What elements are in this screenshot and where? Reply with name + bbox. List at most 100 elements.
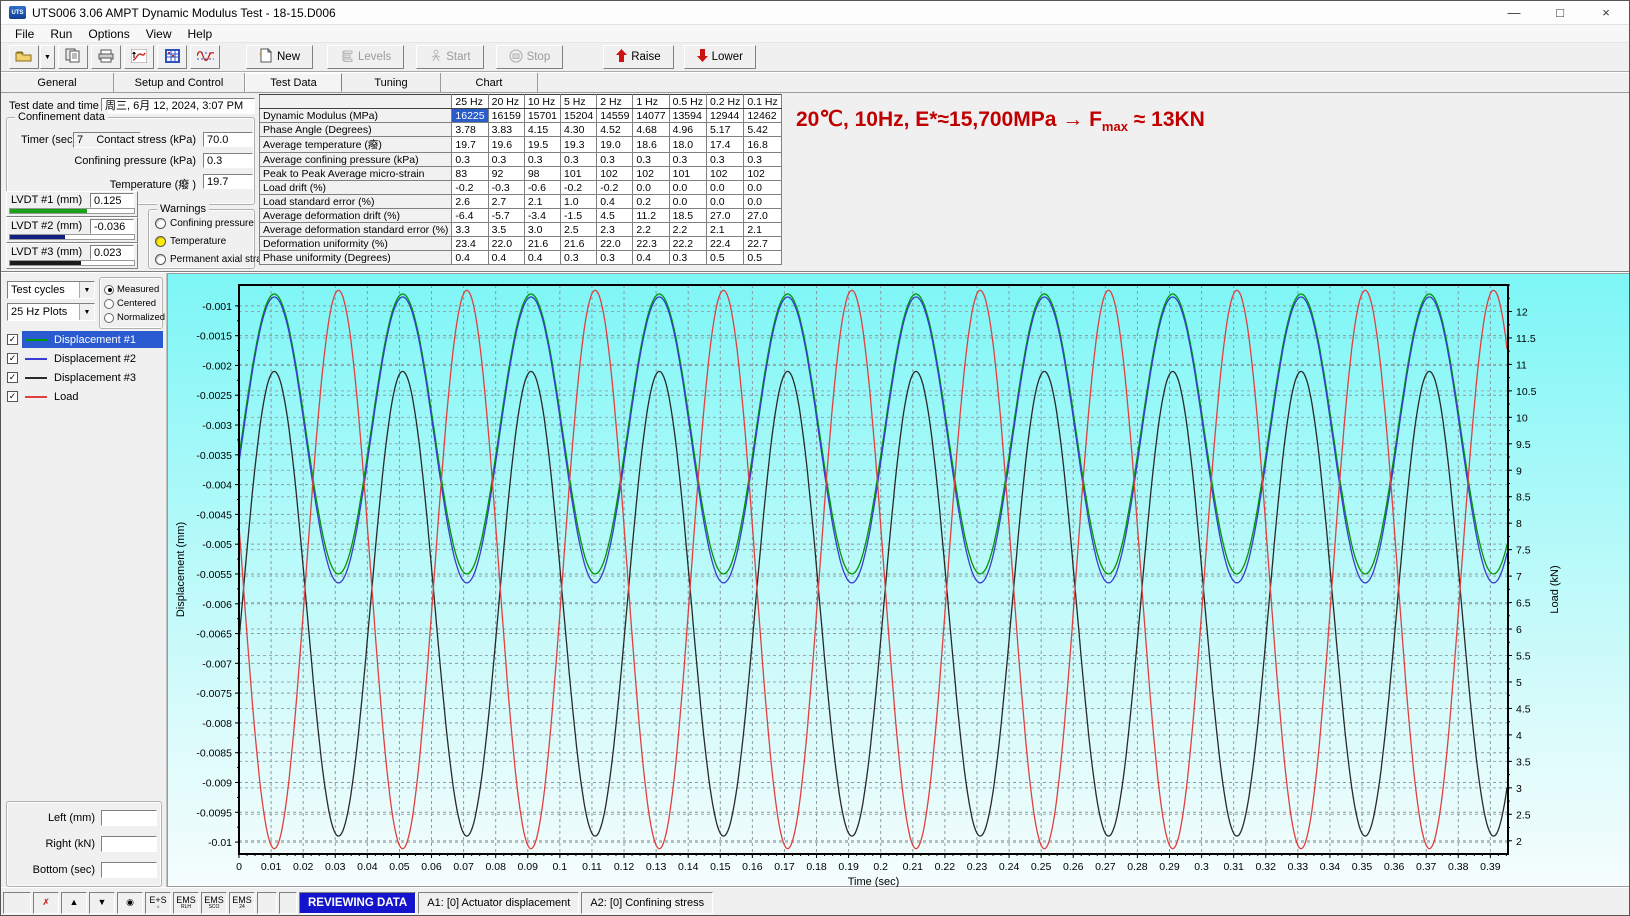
data-cell[interactable]: 14559 — [597, 109, 633, 123]
data-cell[interactable]: 3.0 — [524, 223, 560, 237]
data-cell[interactable]: -0.2 — [561, 181, 597, 195]
data-cell[interactable]: 4.96 — [669, 123, 706, 137]
data-cell[interactable]: 0.4 — [597, 195, 633, 209]
lvdt-value-field[interactable]: 0.125 — [90, 193, 134, 208]
data-cell[interactable]: 2.3 — [597, 223, 633, 237]
data-cell[interactable]: 0.0 — [706, 195, 743, 209]
data-grid-button[interactable] — [157, 45, 187, 69]
data-cell[interactable]: 4.52 — [597, 123, 633, 137]
confinement-row-field[interactable]: 19.7 — [203, 174, 253, 189]
data-cell[interactable]: 92 — [488, 167, 524, 181]
menu-run[interactable]: Run — [42, 26, 80, 42]
data-cell[interactable]: 27.0 — [744, 209, 781, 223]
open-button[interactable] — [9, 45, 39, 69]
checkbox-icon[interactable]: ✓ — [7, 334, 18, 345]
data-cell[interactable]: -5.7 — [488, 209, 524, 223]
data-cell[interactable]: 0.0 — [706, 181, 743, 195]
tab-general[interactable]: General — [1, 73, 114, 92]
data-cell[interactable]: 19.5 — [524, 137, 560, 153]
new-button[interactable]: New — [246, 45, 313, 69]
data-cell[interactable]: 2.1 — [706, 223, 743, 237]
data-cell[interactable]: 0.4 — [633, 251, 669, 265]
ems-rlh-icon[interactable]: EMSRLH — [173, 892, 199, 914]
data-cell[interactable]: 21.6 — [561, 237, 597, 251]
data-cell[interactable]: 0.0 — [669, 195, 706, 209]
data-cell[interactable]: 11.2 — [633, 209, 669, 223]
data-cell[interactable]: 102 — [706, 167, 743, 181]
data-cell[interactable]: 4.5 — [597, 209, 633, 223]
menu-view[interactable]: View — [138, 26, 180, 42]
data-cell[interactable]: 3.5 — [488, 223, 524, 237]
data-cell[interactable]: 15204 — [561, 109, 597, 123]
scale-field-input[interactable] — [101, 810, 157, 826]
data-cell[interactable]: 98 — [524, 167, 560, 181]
ems-sco-icon[interactable]: EMSSCO — [201, 892, 227, 914]
open-dropdown-button[interactable]: ▼ — [40, 45, 55, 69]
data-cell[interactable]: 0.3 — [561, 153, 597, 167]
data-cell[interactable]: 18.5 — [669, 209, 706, 223]
data-cell[interactable]: 13594 — [669, 109, 706, 123]
data-cell[interactable]: 0.2 — [633, 195, 669, 209]
data-cell[interactable]: 0.3 — [488, 153, 524, 167]
mode-radio-normalized[interactable]: Normalized — [104, 312, 165, 323]
data-cell[interactable]: 19.7 — [452, 137, 488, 153]
data-cell[interactable]: -3.4 — [524, 209, 560, 223]
data-cell[interactable]: 1.0 — [561, 195, 597, 209]
tab-test-data[interactable]: Test Data — [245, 73, 342, 92]
data-cell[interactable]: 101 — [669, 167, 706, 181]
lower-button[interactable]: Lower — [684, 45, 756, 69]
scroll-down-icon[interactable]: ▼ — [89, 892, 115, 914]
data-cell[interactable]: 21.6 — [524, 237, 560, 251]
data-cell[interactable]: 2.2 — [669, 223, 706, 237]
chevron-down-icon[interactable]: ▼ — [79, 282, 94, 298]
delete-test-icon[interactable]: ✗ — [33, 892, 59, 914]
legend-item-load[interactable]: ✓Load — [5, 388, 163, 405]
data-cell[interactable]: 3.3 — [452, 223, 488, 237]
data-cell[interactable]: 0.5 — [706, 251, 743, 265]
data-cell[interactable]: 2.1 — [744, 223, 781, 237]
copy-button[interactable] — [58, 45, 88, 69]
data-cell[interactable]: 3.78 — [452, 123, 488, 137]
data-cell[interactable]: 0.3 — [744, 153, 781, 167]
confinement-row-field[interactable]: 0.3 — [203, 153, 253, 168]
tab-setup-and-control[interactable]: Setup and Control — [114, 73, 245, 92]
data-cell[interactable]: 0.0 — [633, 181, 669, 195]
menu-help[interactable]: Help — [180, 26, 221, 42]
data-cell[interactable]: 14077 — [633, 109, 669, 123]
menu-file[interactable]: File — [7, 26, 42, 42]
data-cell[interactable]: 4.15 — [524, 123, 560, 137]
tab-chart[interactable]: Chart — [441, 73, 538, 92]
print-button[interactable] — [91, 45, 121, 69]
data-cell[interactable]: 18.0 — [669, 137, 706, 153]
data-cell[interactable]: -0.2 — [597, 181, 633, 195]
trend-button[interactable] — [124, 45, 154, 69]
legend-item-displacement3[interactable]: ✓Displacement #3 — [5, 369, 163, 386]
confinement-row-field[interactable]: 70.0 — [203, 132, 253, 147]
data-cell[interactable]: 101 — [561, 167, 597, 181]
data-cell[interactable]: 0.3 — [597, 251, 633, 265]
waveform-button[interactable] — [190, 45, 220, 69]
data-cell[interactable]: 0.3 — [669, 251, 706, 265]
data-cell[interactable]: 4.30 — [561, 123, 597, 137]
data-cell[interactable]: -1.5 — [561, 209, 597, 223]
data-cell[interactable]: 22.0 — [597, 237, 633, 251]
data-cell[interactable]: 22.2 — [669, 237, 706, 251]
data-cell[interactable]: 17.4 — [706, 137, 743, 153]
data-cell[interactable]: 0.3 — [524, 153, 560, 167]
scale-field-input[interactable] — [101, 836, 157, 852]
data-cell[interactable]: 102 — [744, 167, 781, 181]
data-cell[interactable]: 0.3 — [561, 251, 597, 265]
scroll-up-icon[interactable]: ▲ — [61, 892, 87, 914]
data-cell[interactable]: 0.3 — [452, 153, 488, 167]
data-cell[interactable]: 0.0 — [744, 195, 781, 209]
data-cell[interactable]: 2.7 — [488, 195, 524, 209]
data-cell[interactable]: 27.0 — [706, 209, 743, 223]
data-cell[interactable]: 0.4 — [524, 251, 560, 265]
data-cell[interactable]: 22.0 — [488, 237, 524, 251]
scale-field-input[interactable] — [101, 862, 157, 878]
data-cell[interactable]: -0.2 — [452, 181, 488, 195]
checkbox-icon[interactable]: ✓ — [7, 372, 18, 383]
data-cell[interactable]: 4.68 — [633, 123, 669, 137]
data-cell[interactable]: 23.4 — [452, 237, 488, 251]
data-cell[interactable]: 2.2 — [633, 223, 669, 237]
